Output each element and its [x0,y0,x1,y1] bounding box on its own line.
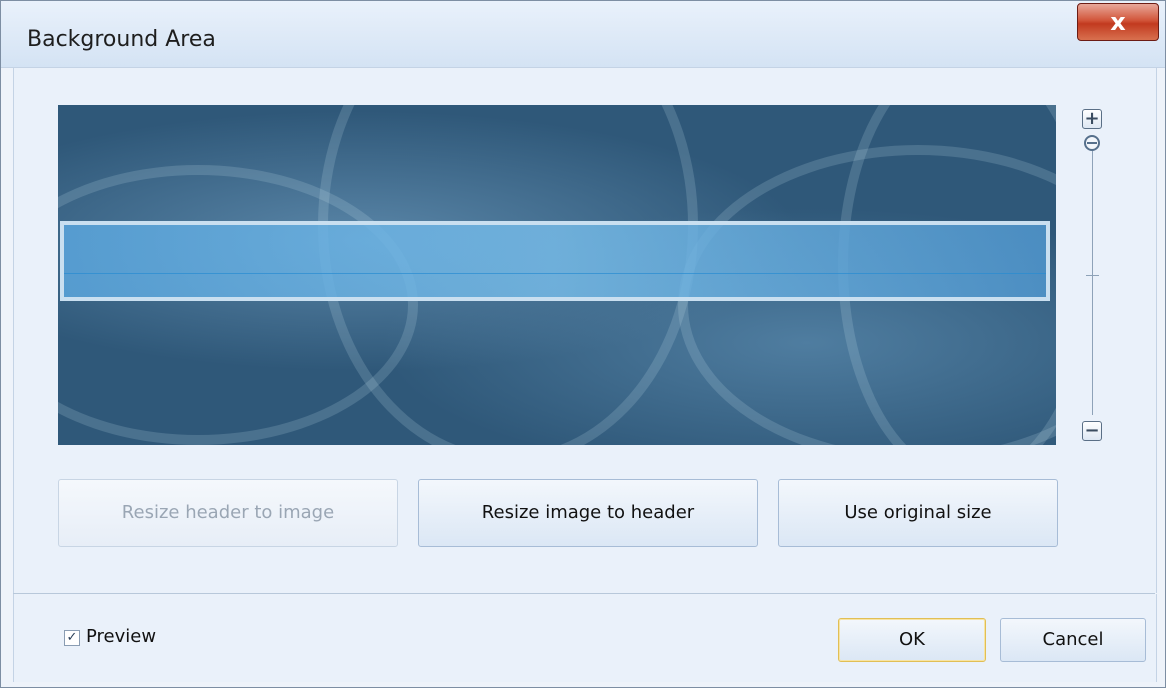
preview-label[interactable]: Preview [86,626,156,647]
dialog-footer: ✓ Preview OK Cancel [13,594,1157,682]
zoom-tick [1086,275,1099,276]
zoom-out-button[interactable]: − [1082,421,1102,441]
close-icon: x [1110,8,1126,36]
preview-checkbox[interactable]: ✓ [64,630,80,646]
title-bar: Background Area x [1,1,1165,68]
resize-image-to-header-button[interactable]: Resize image to header [418,479,758,547]
header-area-selection[interactable] [60,221,1050,301]
zoom-in-button[interactable]: + [1082,109,1102,129]
checkmark-icon: ✓ [66,630,78,645]
dialog-content: + − Resize header to image Resize image … [13,68,1157,593]
zoom-thumb[interactable] [1084,135,1100,151]
resize-header-to-image-button[interactable]: Resize header to image [58,479,398,547]
zoom-slider[interactable]: + − [1078,105,1108,451]
header-guide-line [64,273,1046,274]
background-image-preview[interactable] [58,105,1056,445]
background-area-dialog: Background Area x + − Resize header to i… [0,0,1166,688]
close-button[interactable]: x [1077,3,1159,41]
minus-icon: − [1084,420,1100,441]
ok-button[interactable]: OK [838,618,986,662]
cancel-button[interactable]: Cancel [1000,618,1146,662]
zoom-track[interactable] [1092,145,1093,415]
dialog-title: Background Area [27,27,216,52]
use-original-size-button[interactable]: Use original size [778,479,1058,547]
plus-icon: + [1084,108,1100,129]
